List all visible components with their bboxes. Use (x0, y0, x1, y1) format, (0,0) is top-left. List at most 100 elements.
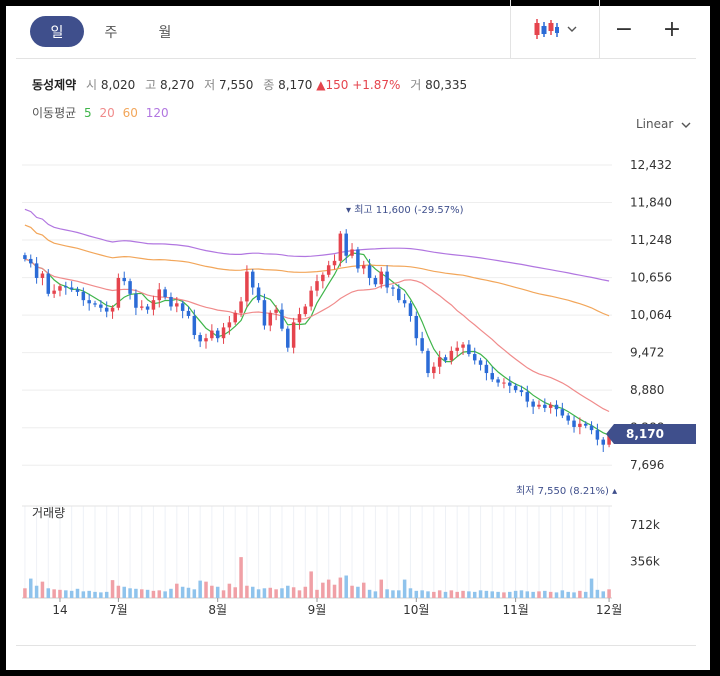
volume-tick-label: 356k (630, 555, 660, 569)
candle-body (361, 265, 366, 269)
volume-bar (508, 591, 512, 598)
candle-body (332, 260, 337, 266)
volume-bar (472, 591, 477, 598)
candle-body (268, 312, 273, 326)
candle-body (227, 322, 232, 328)
y-tick-label: 11,840 (630, 196, 672, 210)
volume-bar (280, 588, 284, 598)
volume-bar (443, 591, 448, 598)
candle-body (64, 286, 68, 288)
volume-bar (391, 590, 395, 598)
candle-body (163, 289, 167, 297)
volume-bar (326, 579, 331, 598)
volume-bar (286, 585, 290, 598)
volume-bar (543, 590, 547, 598)
volume-bar (180, 586, 185, 598)
volume-bar (250, 586, 255, 598)
volume-bar (93, 591, 97, 598)
candle-body (256, 287, 261, 301)
candle-body (81, 291, 86, 301)
ma120-line (24, 208, 610, 282)
candle-body (291, 322, 296, 348)
volume-bar (484, 590, 489, 598)
candle-body (104, 307, 109, 312)
y-tick-label: 10,656 (630, 271, 672, 285)
volume-bar (607, 589, 611, 598)
candle-body (414, 316, 419, 339)
candle-body (186, 310, 191, 316)
volume-bar (140, 589, 144, 598)
y-tick-label: 11,248 (630, 233, 672, 247)
volume-bar (40, 581, 45, 598)
volume-bar (467, 591, 471, 598)
volume-bar (23, 588, 27, 598)
volume-bar (420, 590, 424, 598)
high-annotation: ▾ 최고 11,600 (-29.57%) (346, 204, 464, 216)
candle-body (583, 423, 588, 426)
candle-body (69, 287, 74, 290)
candle-body (554, 404, 559, 410)
x-tick-label: 10월 (403, 603, 429, 617)
candle-body (595, 430, 600, 440)
y-tick-label: 7,696 (630, 458, 664, 472)
volume-bar (513, 590, 518, 598)
volume-bar (268, 587, 273, 598)
candle-body (525, 392, 530, 402)
candle-body (87, 300, 91, 304)
volume-bar (426, 591, 430, 598)
volume-bar (99, 592, 103, 598)
candle-body (478, 360, 483, 365)
volume-bar (58, 589, 62, 598)
candle-body (373, 277, 378, 285)
volume-bar (163, 591, 167, 598)
candle-body (40, 273, 45, 278)
candle-body (215, 330, 220, 339)
candle-body (122, 277, 126, 282)
candle-body (46, 273, 51, 294)
volume-bar (554, 592, 559, 598)
candle-body (508, 382, 512, 386)
candle-body (432, 366, 436, 374)
price-chart[interactable]: 12,432 11,840 11,248 10,656 10,064 9,472 8,880… (0, 0, 720, 676)
candle-body (484, 364, 489, 374)
candle-body (99, 304, 103, 308)
y-tick-label: 8,880 (630, 383, 664, 397)
volume-bar (572, 592, 576, 598)
candle-body (128, 281, 132, 294)
volume-bar (110, 580, 115, 598)
volume-bar (496, 591, 500, 598)
candle-body (116, 277, 121, 308)
candle-body (338, 233, 343, 261)
volume-title: 거래량 (32, 506, 66, 520)
candle-body (402, 300, 407, 304)
candle-body (490, 373, 494, 380)
candle-body (134, 293, 138, 308)
volume-bar (29, 578, 33, 598)
candle-body (321, 274, 325, 282)
x-tick-label: 9월 (308, 603, 327, 617)
candle-body (385, 271, 389, 288)
volume-bar (379, 579, 384, 598)
candle-body (145, 306, 150, 310)
volume-bar (519, 590, 524, 598)
volume-bar (578, 590, 582, 598)
volume-bar (215, 586, 220, 598)
volume-bar (303, 586, 308, 598)
candle-body (502, 382, 506, 384)
x-tick-label: 14 (52, 603, 67, 617)
candle-body (157, 289, 162, 301)
candle-body (420, 338, 424, 351)
volume-bar (315, 589, 319, 598)
volume-bar (81, 591, 86, 598)
volume-bar (175, 583, 179, 598)
candle-body (110, 307, 115, 312)
candle-body (566, 415, 570, 421)
volume-bar (64, 590, 68, 598)
candles (23, 229, 611, 452)
volume-bar (256, 589, 261, 598)
candle-body (496, 379, 500, 383)
candle-body (286, 328, 290, 348)
volume-bar (69, 590, 74, 598)
candle-body (455, 347, 459, 351)
y-tick-label: 10,064 (630, 308, 672, 322)
